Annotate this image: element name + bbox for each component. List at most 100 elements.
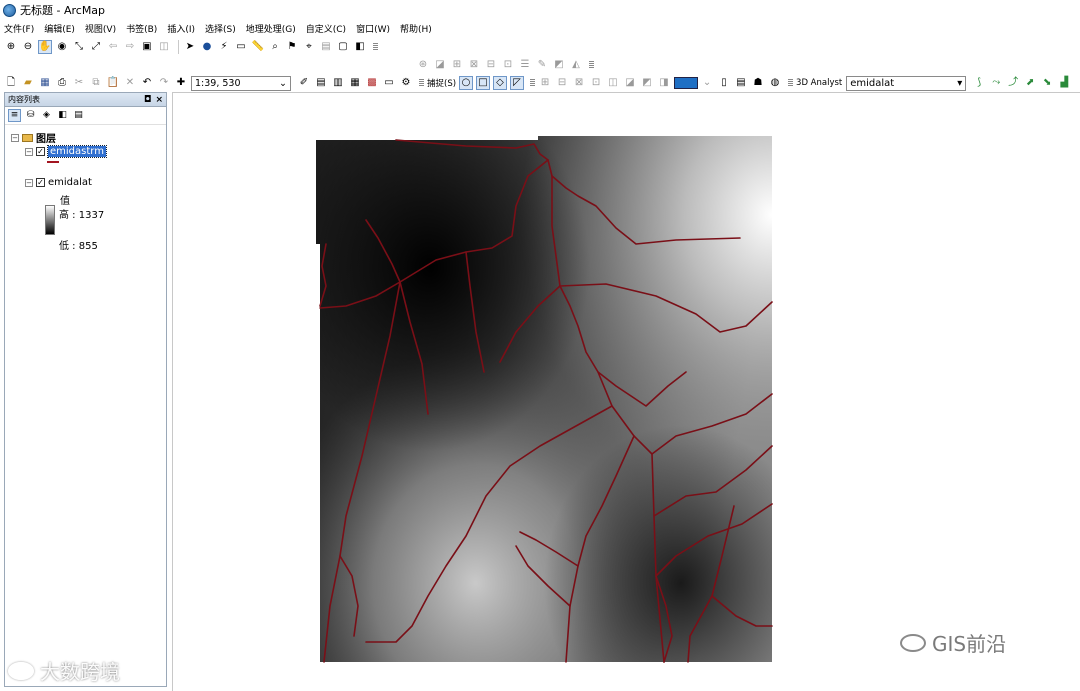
zoom-in-icon[interactable]: ⊕ [4,40,18,54]
forward-extent-icon[interactable]: ⇨ [123,40,137,54]
print-icon[interactable]: ⎙ [55,76,69,90]
menu-bookmarks[interactable]: 书签(B) [126,22,157,35]
edge-snapping-icon[interactable]: ◸ [510,76,525,90]
layer-visibility-checkbox[interactable]: ✓ [36,147,45,156]
layer-name[interactable]: emidastrm [47,145,107,158]
toolbar-options-icon[interactable] [373,43,378,51]
layer-visibility-checkbox[interactable]: ✓ [36,178,45,187]
measure-icon[interactable]: 📏 [251,40,265,54]
steepest-path-icon[interactable]: ⤳ [989,76,1003,90]
select-elements-arrow-icon[interactable]: ➤ [183,40,197,54]
interpolate-point-icon[interactable]: ⬈ [1023,76,1037,90]
arcglobe-icon[interactable]: ◍ [768,76,782,90]
clear-selection-icon[interactable]: ◫ [157,40,171,54]
undo-icon[interactable]: ↶ [140,76,154,90]
effects-transparency-icon[interactable]: ◨ [657,76,671,90]
menu-view[interactable]: 视图(V) [85,22,116,35]
menu-windows[interactable]: 窗口(W) [356,22,390,35]
layout-page-icon[interactable]: ▯ [717,76,731,90]
catalog-window-icon[interactable]: ▥ [331,76,345,90]
toolbar-options-icon[interactable] [419,79,424,87]
create-viewer-window-icon[interactable]: ▢ [336,40,350,54]
menu-help[interactable]: 帮助(H) [400,22,432,35]
menu-edit[interactable]: 编辑(E) [44,22,75,35]
list-by-selection-icon[interactable]: ◧ [56,109,69,122]
fill-color-swatch[interactable] [674,77,699,89]
pin-icon[interactable]: ◘ [144,95,152,105]
open-folder-icon[interactable]: ▰ [21,76,35,90]
contour-tool-icon[interactable]: ⟆ [972,76,986,90]
editor-menu-icon[interactable]: ◪ [433,58,447,72]
menu-selection[interactable]: 选择(S) [205,22,236,35]
effects-contrast-icon[interactable]: ◪ [623,76,637,90]
copy-icon[interactable]: ⧉ [89,76,103,90]
arctoolbox-icon[interactable]: ▩ [365,76,379,90]
fixed-zoom-out-icon[interactable]: ⤢ [89,40,103,54]
toolbar-options-icon[interactable] [589,61,594,69]
identify-icon[interactable]: ● [200,40,214,54]
new-document-icon[interactable]: 🗋 [4,76,18,90]
select-features-icon[interactable]: ▣ [140,40,154,54]
georef-scale-icon[interactable]: ⊠ [572,76,586,90]
line-symbol-swatch[interactable] [47,161,59,163]
editor-toolbar-icon[interactable]: ✐ [297,76,311,90]
layers-group-row[interactable]: − 图层 [11,130,56,145]
toc-options-icon[interactable]: ▤ [72,109,85,122]
3d-analyst-layer-combobox[interactable]: emidalat ▾ [846,75,967,91]
list-by-drawing-order-icon[interactable]: ≡ [8,109,21,122]
point-snapping-icon[interactable]: ○ [459,76,474,90]
back-extent-icon[interactable]: ⇦ [106,40,120,54]
georef-rotate-icon[interactable]: ⊞ [538,76,552,90]
table-of-contents-icon[interactable]: ▤ [314,76,328,90]
chevron-down-icon[interactable]: ⌄ [700,76,714,90]
rotate-tool-icon[interactable]: ⊡ [501,58,515,72]
arcscene-icon[interactable]: ☗ [751,76,765,90]
collapse-icon[interactable]: − [25,178,33,187]
pan-hand-icon[interactable]: ✋ [38,40,52,54]
add-data-icon[interactable]: ✚ [174,76,188,90]
grayscale-ramp-swatch[interactable] [45,205,55,235]
delete-icon[interactable]: ✕ [123,76,137,90]
effects-brightness-icon[interactable]: ◩ [640,76,654,90]
layer-name[interactable]: emidalat [48,177,92,188]
cut-icon[interactable]: ✂ [72,76,86,90]
close-icon[interactable]: × [155,95,163,105]
vertex-snapping-icon[interactable]: ◇ [493,76,508,90]
go-to-xy-icon[interactable]: ⌖ [302,40,316,54]
hyperlink-icon[interactable]: ⚡ [217,40,231,54]
georef-shift-icon[interactable]: ⊟ [555,76,569,90]
menu-file[interactable]: 文件(F) [4,22,34,35]
toolbar-options-icon[interactable] [530,79,536,87]
toolbar-options-icon[interactable] [788,79,794,87]
fixed-zoom-in-icon[interactable]: ⤡ [72,40,86,54]
python-window-icon[interactable]: ▭ [382,76,396,90]
menu-insert[interactable]: 插入(I) [167,22,195,35]
snapping-menu[interactable]: 捕捉(S) [427,77,456,89]
search-window-icon[interactable]: ▦ [348,76,362,90]
swipe-icon[interactable]: ◧ [353,40,367,54]
list-by-source-icon[interactable]: ⛁ [24,109,37,122]
create-features-icon[interactable]: ◩ [552,58,566,72]
georef-links-icon[interactable]: ⊡ [589,76,603,90]
model-builder-icon[interactable]: ⚙ [399,76,413,90]
collapse-icon[interactable]: − [11,133,19,142]
save-disk-icon[interactable]: ▦ [38,76,52,90]
layer-row-emidalat[interactable]: − ✓ emidalat [25,177,92,188]
end-snapping-icon[interactable]: □ [476,76,491,90]
full-extent-globe-icon[interactable]: ◉ [55,40,69,54]
interpolate-line-icon[interactable]: ⬊ [1040,76,1054,90]
list-by-visibility-icon[interactable]: ◈ [40,109,53,122]
trace-icon[interactable]: ⊠ [467,58,481,72]
menu-geoprocessing[interactable]: 地理处理(G) [246,22,296,35]
profile-graph-icon[interactable]: ▟ [1057,76,1071,90]
table-view-icon[interactable]: ▤ [734,76,748,90]
collapse-icon[interactable]: − [25,147,33,156]
layer-row-emidastrm[interactable]: − ✓ emidastrm [25,145,107,158]
sketch-properties-icon[interactable]: ✎ [535,58,549,72]
line-of-sight-icon[interactable]: ⤴ [1006,76,1020,90]
map-scale-combobox[interactable]: 1:39, 530 ⌄ [191,75,291,91]
zoom-out-icon[interactable]: ⊖ [21,40,35,54]
find-binoculars-icon[interactable]: ⌕ [268,40,282,54]
edit-tool-icon[interactable]: ⊛ [416,58,430,72]
3d-analyst-menu[interactable]: 3D Analyst [796,78,842,88]
